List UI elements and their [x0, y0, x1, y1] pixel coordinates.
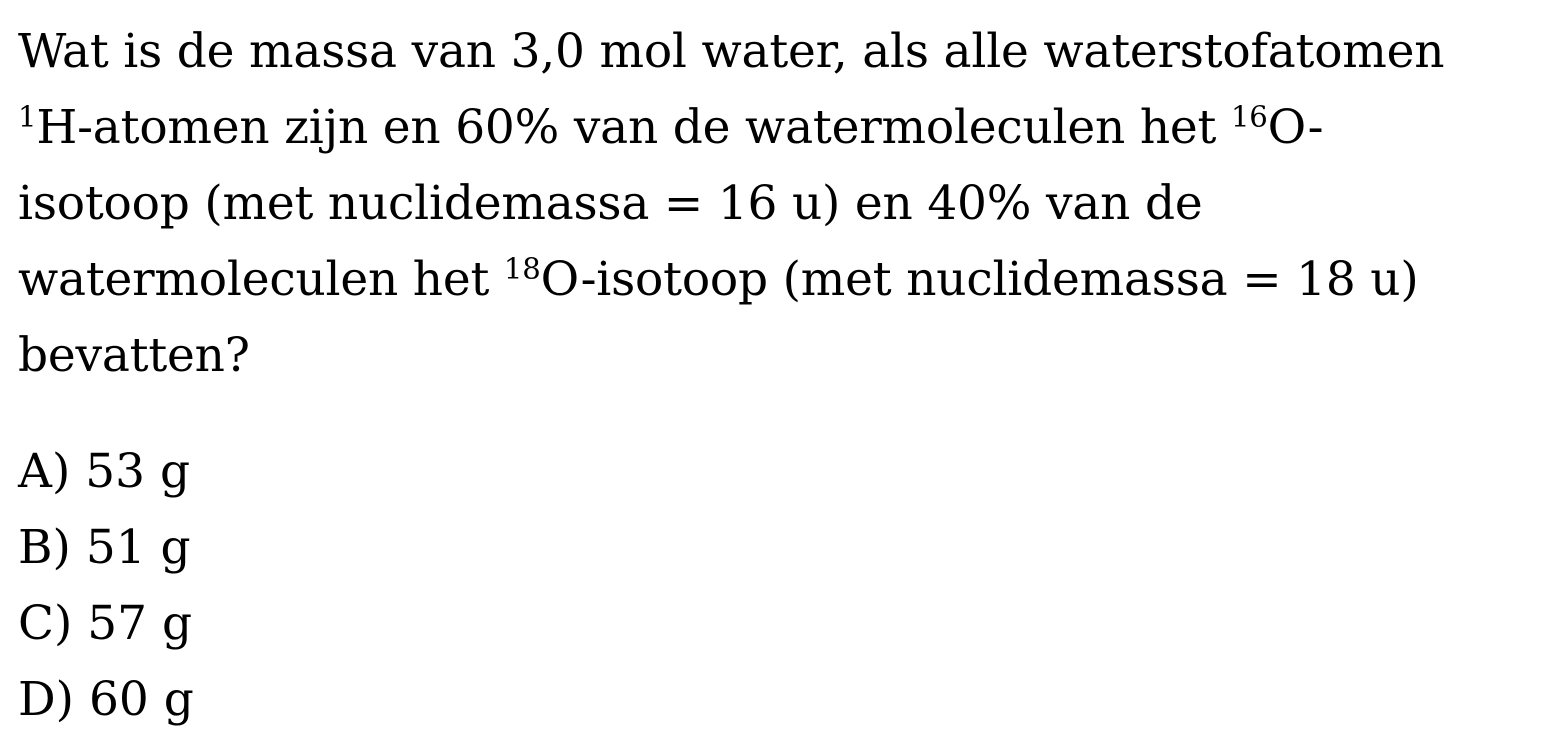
question-line-2: 1H-atomen zijn en 60% van de watermolecu…: [18, 90, 1553, 166]
question-line-2-text-a: H-atomen zijn en 60% van de watermolecul…: [36, 100, 1231, 155]
question-line-3: isotoop (met nuclidemassa = 16 u) en 40%…: [18, 176, 1203, 231]
superscript-mass-number: 1: [18, 99, 37, 134]
question-line-4-text-a: watermoleculen het: [18, 252, 504, 307]
answer-option-d[interactable]: D) 60 g: [18, 662, 194, 738]
answer-options: A) 53 g B) 51 g C) 57 g D) 60 g: [18, 434, 194, 738]
question-line-4: watermoleculen het 18O-isotoop (met nucl…: [18, 242, 1553, 318]
question-line-2-text-b: O-: [1267, 100, 1324, 155]
superscript-mass-number: 18: [503, 251, 541, 286]
question-line-1: Wat is de massa van 3,0 mol water, als a…: [18, 24, 1445, 79]
question-text: Wat is de massa van 3,0 mol water, als a…: [18, 14, 1553, 394]
superscript-mass-number: 16: [1230, 99, 1268, 134]
answer-option-c[interactable]: C) 57 g: [18, 586, 194, 662]
answer-option-b[interactable]: B) 51 g: [18, 510, 194, 586]
answer-option-a[interactable]: A) 53 g: [18, 434, 194, 510]
question-line-4-text-b: O-isotoop (met nuclidemassa = 18 u): [540, 252, 1419, 307]
question-line-5: bevatten?: [18, 328, 250, 383]
